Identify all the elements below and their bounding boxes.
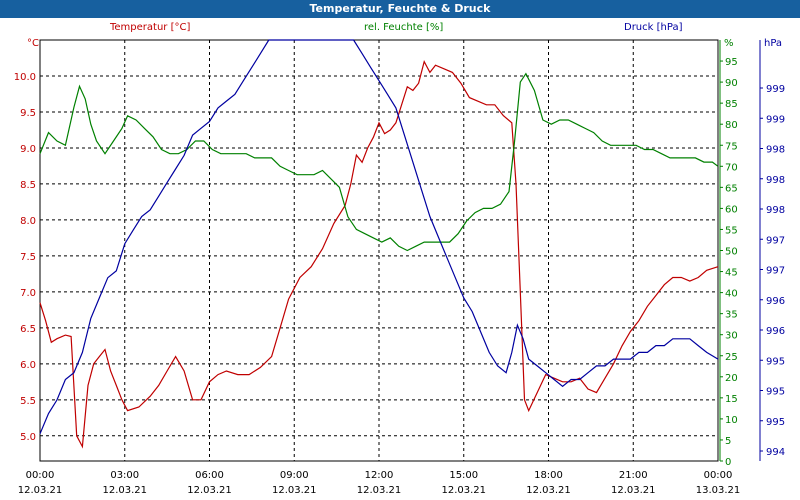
x-tick-date: 12.03.21 — [441, 485, 486, 496]
chart-title: Temperatur, Feuchte & Druck — [0, 0, 800, 18]
pressure-tick-label: 998 — [766, 145, 785, 156]
pressure-tick-label: 998 — [766, 205, 785, 216]
pressure-tick-label: 999 — [766, 114, 785, 125]
humidity-tick-label: 35 — [725, 310, 738, 321]
x-tick-time: 18:00 — [534, 470, 563, 481]
pressure-line — [39, 39, 719, 435]
humidity-tick-label: 20 — [725, 373, 738, 384]
x-tick-date: 12.03.21 — [102, 485, 147, 496]
pressure-tick-label: 995 — [766, 387, 785, 398]
humidity-tick-label: 75 — [725, 141, 738, 152]
humidity-tick-label: 95 — [725, 57, 738, 68]
pressure-tick-label: 997 — [766, 266, 785, 277]
temperature-tick-label: 5.5 — [20, 396, 36, 407]
temperature-tick-label: 9.5 — [20, 108, 36, 119]
x-tick-time: 09:00 — [280, 470, 309, 481]
temperature-tick-label: 7.0 — [20, 288, 36, 299]
x-tick-date: 12.03.21 — [357, 485, 402, 496]
temperature-tick-label: 6.5 — [20, 324, 36, 335]
humidity-tick-label: 70 — [725, 162, 738, 173]
x-tick-date: 13.03.21 — [696, 485, 741, 496]
x-tick-time: 06:00 — [195, 470, 224, 481]
pressure-tick-label: 995 — [766, 417, 785, 428]
temperature-tick-label: 10.0 — [14, 72, 36, 83]
humidity-tick-label: 25 — [725, 352, 738, 363]
temperature-tick-label: 6.0 — [20, 360, 36, 371]
x-tick-time: 12:00 — [365, 470, 394, 481]
temperature-tick-label: 7.5 — [20, 252, 36, 263]
x-tick-date: 12.03.21 — [18, 485, 63, 496]
pressure-tick-label: 998 — [766, 175, 785, 186]
humidity-tick-label: 10 — [725, 415, 738, 426]
x-tick-time: 03:00 — [110, 470, 139, 481]
x-tick-date: 12.03.21 — [187, 485, 232, 496]
pressure-tick-label: 996 — [766, 326, 785, 337]
temperature-tick-label: 8.0 — [20, 216, 36, 227]
x-tick-date: 12.03.21 — [611, 485, 656, 496]
x-tick-time: 00:00 — [26, 470, 55, 481]
x-tick-time: 15:00 — [449, 470, 478, 481]
x-tick-time: 21:00 — [619, 470, 648, 481]
humidity-tick-label: 50 — [725, 247, 738, 258]
x-tick-time: 00:00 — [704, 470, 733, 481]
pressure-tick-label: 995 — [766, 356, 785, 367]
humidity-tick-label: 85 — [725, 99, 738, 110]
humidity-tick-label: 60 — [725, 204, 738, 215]
humidity-tick-label: 5 — [725, 436, 731, 447]
temperature-tick-label: 9.0 — [20, 144, 36, 155]
humidity-tick-label: 65 — [725, 183, 738, 194]
x-tick-date: 12.03.21 — [526, 485, 571, 496]
humidity-tick-label: 15 — [725, 394, 738, 405]
temperature-tick-label: 8.5 — [20, 180, 36, 191]
humidity-tick-label: 45 — [725, 268, 738, 279]
humidity-tick-label: 80 — [725, 120, 738, 131]
pressure-tick-label: 997 — [766, 235, 785, 246]
pressure-tick-label: 994 — [766, 447, 785, 458]
humidity-tick-label: 55 — [725, 225, 738, 236]
pressure-tick-label: 996 — [766, 296, 785, 307]
humidity-tick-label: 0 — [725, 457, 731, 468]
pressure-tick-label: 999 — [766, 84, 785, 95]
humidity-tick-label: 90 — [725, 78, 738, 89]
x-tick-date: 12.03.21 — [272, 485, 317, 496]
humidity-tick-label: 40 — [725, 289, 738, 300]
humidity-tick-label: 30 — [725, 331, 738, 342]
temperature-tick-label: 5.0 — [20, 432, 36, 443]
climate-line-chart: 00:00 12.03.21 03:00 12.03.21 06:00 12.03.21 0… — [14, 39, 785, 496]
